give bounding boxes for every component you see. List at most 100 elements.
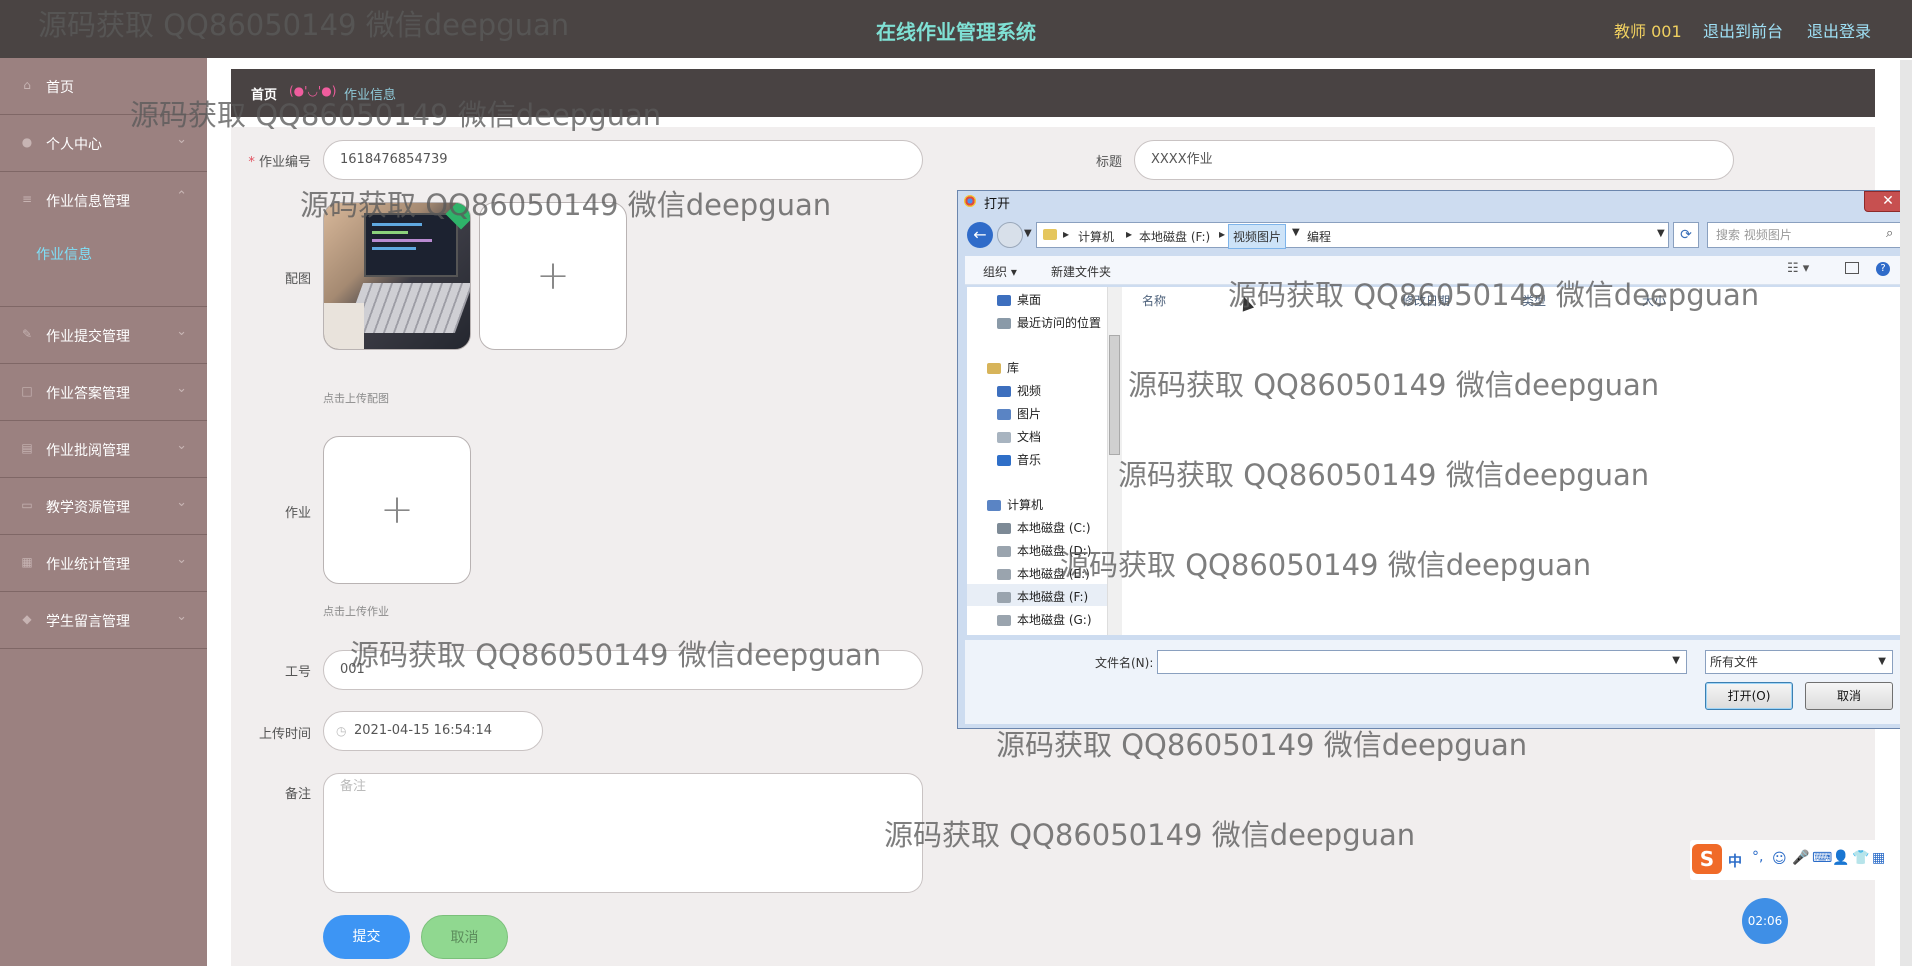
code-line [372, 247, 416, 250]
jobno-label: 工号 [284, 665, 311, 680]
sidebar-item-answers[interactable]: □ 作业答案管理 ⌄ [0, 364, 207, 421]
path-separator: ▸ [1063, 227, 1070, 241]
note-label: 备注 [284, 787, 311, 802]
sidebar-item-label: 个人中心 [46, 137, 102, 153]
path-separator: ▸ [1219, 227, 1226, 241]
emoji-icon[interactable]: ☺ [1772, 851, 1787, 867]
view-icon[interactable]: ☷ ▾ [1787, 261, 1809, 276]
code-line [372, 239, 432, 242]
drive-icon [997, 546, 1011, 557]
documents-icon [997, 432, 1011, 443]
path-segment[interactable]: 计算机 [1078, 228, 1114, 245]
home-icon: ⌂ [23, 78, 31, 92]
chinese-mode-icon[interactable]: 中 [1728, 851, 1742, 871]
sidebar-item-label: 作业提交管理 [46, 329, 130, 345]
user-icon[interactable]: 👤 [1832, 850, 1849, 866]
forward-button[interactable] [997, 222, 1023, 248]
filename-dropdown[interactable]: ▼ [1672, 655, 1680, 666]
microphone-icon[interactable]: 🎤 [1792, 850, 1809, 866]
path-dropdown[interactable]: ▼ [1292, 227, 1300, 238]
tree-item-drive-c[interactable]: 本地磁盘 (C:) [997, 519, 1091, 536]
chevron-down-icon: ⌄ [176, 132, 187, 147]
punctuation-icon[interactable]: °, [1752, 849, 1763, 865]
help-icon[interactable]: ? [1876, 262, 1890, 276]
keyboard-icon[interactable]: ⌨ [1812, 850, 1832, 866]
cancel-button[interactable]: 取消 [421, 915, 508, 959]
tree-item-drive-g[interactable]: 本地磁盘 (G:) [997, 611, 1092, 628]
tree-item-drive-f-selected[interactable]: 本地磁盘 (F:) [967, 584, 1107, 606]
code-line [372, 231, 408, 234]
computer-icon [987, 500, 1001, 511]
dialog-bottom-panel: 文件名(N): ▼ 所有文件 ▼ 打开(O) 取消 [965, 640, 1903, 724]
sidebar-item-homework-info[interactable]: ≡ 作业信息管理 ⌃ 作业信息 [0, 172, 207, 307]
chrome-icon [964, 195, 976, 207]
title-input[interactable]: XXXX作业 [1134, 140, 1734, 180]
tree-item-computer[interactable]: 计算机 [987, 496, 1043, 513]
watermark: 源码获取 QQ86050149 微信deepguan [1060, 548, 1592, 582]
list-icon: ≡ [21, 192, 33, 206]
back-button[interactable]: ← [967, 222, 993, 248]
sidebar-item-messages[interactable]: ◆ 学生留言管理 ⌄ [0, 592, 207, 649]
sidebar-subitem-homework-info[interactable]: 作业信息 [36, 244, 92, 264]
exit-to-frontend-link[interactable]: 退出到前台 [1703, 18, 1783, 42]
tree-item-pictures[interactable]: 图片 [997, 405, 1041, 422]
address-dropdown[interactable]: ▼ [1657, 228, 1665, 239]
tree-item-music[interactable]: 音乐 [997, 451, 1041, 468]
watermark: 源码获取 QQ86050149 微信deepguan [1118, 458, 1650, 492]
ime-toolbar[interactable]: S 中 °, ☺ 🎤 ⌨ 👤 👕 ▦ [1690, 840, 1912, 880]
sidebar-item-label: 首页 [46, 80, 74, 96]
column-name[interactable]: 名称 [1142, 292, 1166, 309]
refresh-icon[interactable]: ⟳ [1673, 222, 1699, 248]
dialog-cancel-button[interactable]: 取消 [1805, 682, 1893, 710]
tree-item-documents[interactable]: 文档 [997, 428, 1041, 445]
image-upload-button[interactable]: + [479, 202, 627, 350]
sidebar-item-submission[interactable]: ✎ 作业提交管理 ⌄ [0, 307, 207, 364]
open-button[interactable]: 打开(O) [1705, 682, 1793, 710]
submit-button[interactable]: 提交 [323, 915, 410, 959]
sidebar-item-statistics[interactable]: ▦ 作业统计管理 ⌄ [0, 535, 207, 592]
skin-icon[interactable]: 👕 [1852, 850, 1869, 866]
filetype-select[interactable]: 所有文件 ▼ [1705, 650, 1893, 674]
toolbox-icon[interactable]: ▦ [1872, 850, 1885, 866]
chart-icon: ▦ [21, 555, 33, 569]
scrollbar-thumb[interactable] [1109, 335, 1120, 455]
sidebar-item-review[interactable]: ▤ 作业批阅管理 ⌄ [0, 421, 207, 478]
tree-item-library[interactable]: 库 [987, 359, 1019, 376]
address-bar[interactable]: ▸ 计算机 ▸ 本地磁盘 (F:) ▸ 视频图片 ▼ 编程 ▼ [1036, 222, 1669, 249]
tree-item-desktop[interactable]: 桌面 [997, 291, 1041, 308]
filetype-dropdown[interactable]: ▼ [1878, 651, 1886, 673]
path-segment[interactable]: 本地磁盘 (F:) [1139, 228, 1210, 245]
note-textarea[interactable]: 备注 [323, 773, 923, 893]
organize-button[interactable]: 组织 ▾ [983, 263, 1017, 280]
homework-upload-button[interactable]: + [323, 436, 471, 584]
preview-pane-icon[interactable] [1845, 262, 1859, 274]
watermark: 源码获取 QQ86050149 微信deepguan [300, 188, 832, 222]
tree-item-recent[interactable]: 最近访问的位置 [997, 314, 1101, 331]
watermark: 源码获取 QQ86050149 微信deepguan [130, 98, 662, 132]
filename-input[interactable]: ▼ [1157, 650, 1687, 674]
video-icon [997, 386, 1011, 397]
recent-icon [997, 318, 1011, 329]
drive-icon [997, 592, 1011, 603]
path-segment[interactable]: 编程 [1307, 228, 1331, 245]
watermark: 源码获取 QQ86050149 微信deepguan [1128, 368, 1660, 402]
phone [324, 303, 364, 349]
tree-label: 音乐 [1017, 453, 1042, 467]
logout-link[interactable]: 退出登录 [1807, 18, 1871, 42]
uploaded-image-thumbnail[interactable] [323, 202, 471, 350]
path-segment[interactable]: 视频图片 [1228, 224, 1287, 249]
image-label: 配图 [284, 272, 311, 287]
page-scrollbar[interactable] [1900, 60, 1912, 966]
tree-item-video[interactable]: 视频 [997, 382, 1041, 399]
recent-pages-dropdown[interactable]: ▼ [1024, 228, 1032, 239]
new-folder-button[interactable]: 新建文件夹 [1051, 263, 1111, 280]
homework-upload-hint: 点击上传作业 [323, 605, 389, 618]
number-input[interactable]: 1618476854739 [323, 140, 923, 180]
sidebar-item-resources[interactable]: ▭ 教学资源管理 ⌄ [0, 478, 207, 535]
upload-time-value: 2021-04-15 16:54:14 [354, 723, 493, 738]
watermark: 源码获取 QQ86050149 微信deepguan [884, 818, 1416, 852]
tree-label: 本地磁盘 (F:) [1017, 590, 1089, 604]
upload-time-input[interactable]: ◷ 2021-04-15 16:54:14 [323, 711, 543, 751]
sogou-icon[interactable]: S [1692, 844, 1722, 874]
search-field[interactable]: 搜索 视频图片 [1707, 222, 1907, 248]
